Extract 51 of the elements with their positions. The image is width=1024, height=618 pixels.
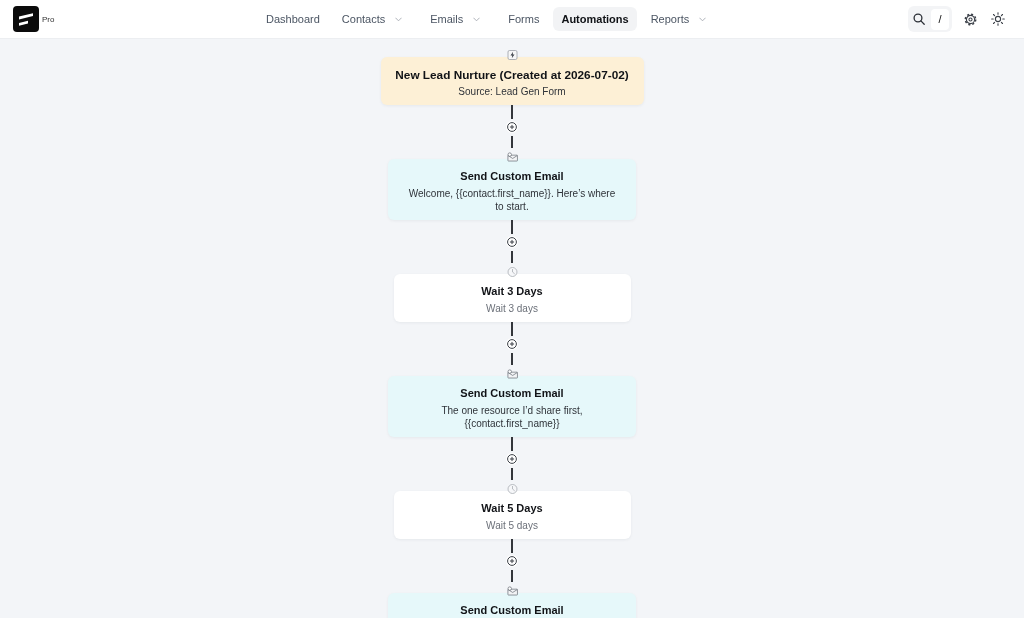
connector-line bbox=[511, 220, 513, 234]
logo-icon[interactable] bbox=[13, 6, 39, 32]
envelope-icon bbox=[506, 369, 518, 379]
clock-icon bbox=[506, 267, 518, 277]
connector-line bbox=[511, 136, 513, 148]
step-description: Welcome, {{contact.first_name}}. Here’s where to start. bbox=[407, 187, 617, 213]
connector-line bbox=[511, 539, 513, 553]
email-step-card[interactable]: Send Custom Email Welcome, {{contact.first_name}}. Here’s where to start. bbox=[388, 159, 636, 220]
step-title: New Lead Nurture (Created at 2026-07-02) bbox=[395, 67, 629, 83]
step-title: Wait 3 Days bbox=[481, 284, 543, 299]
connector-line bbox=[511, 437, 513, 451]
step-title: Send Custom Email bbox=[460, 169, 564, 184]
nav-tab[interactable]: Contacts bbox=[333, 7, 417, 31]
nav-tab[interactable]: Reports bbox=[642, 7, 721, 31]
plus-circle-icon[interactable] bbox=[506, 453, 518, 465]
connector-line bbox=[511, 468, 513, 480]
wait-step-card[interactable]: Wait 3 Days Wait 3 days bbox=[393, 274, 631, 322]
step-description: Wait 5 days bbox=[486, 519, 538, 532]
envelope-icon bbox=[506, 586, 518, 596]
search-icon bbox=[913, 13, 925, 25]
plus-circle-icon[interactable] bbox=[506, 236, 518, 248]
step-description: Source: Lead Gen Form bbox=[458, 85, 566, 98]
step-title: Wait 5 Days bbox=[481, 501, 543, 516]
sun-icon[interactable] bbox=[991, 12, 1005, 26]
connector-line bbox=[511, 570, 513, 582]
nav-tab[interactable]: Automations bbox=[553, 7, 637, 31]
wait-step-card[interactable]: Wait 5 Days Wait 5 days bbox=[393, 491, 631, 539]
connector-line bbox=[511, 353, 513, 365]
nav-tab[interactable]: Dashboard bbox=[258, 7, 328, 31]
clock-icon bbox=[506, 484, 518, 494]
nav-tab[interactable]: Forms bbox=[500, 7, 548, 31]
settings-icon[interactable] bbox=[964, 12, 977, 26]
envelope-icon bbox=[506, 152, 518, 162]
search-button[interactable]: / bbox=[908, 6, 952, 32]
step-title: Send Custom Email bbox=[460, 603, 564, 618]
connector-line bbox=[511, 251, 513, 263]
shortcut-key: / bbox=[931, 8, 949, 30]
connector-line bbox=[511, 322, 513, 336]
plus-circle-icon[interactable] bbox=[506, 338, 518, 350]
lightning-icon bbox=[506, 50, 518, 60]
plus-circle-icon[interactable] bbox=[506, 555, 518, 567]
plus-circle-icon[interactable] bbox=[506, 121, 518, 133]
email-step-card[interactable]: Send Custom Email The one resource I’d share first, {{contact.first_name}} bbox=[388, 376, 636, 437]
connector-line bbox=[511, 105, 513, 119]
plan-label: Pro bbox=[42, 14, 55, 24]
step-description: Wait 3 days bbox=[486, 302, 538, 315]
email-step-card[interactable]: Send Custom Email bbox=[388, 593, 636, 618]
step-description: The one resource I’d share first, {{contact.first_name}} bbox=[440, 404, 584, 430]
nav-tab[interactable]: Emails bbox=[422, 7, 495, 31]
trigger-card[interactable]: New Lead Nurture (Created at 2026-07-02) Source: Lead Gen Form bbox=[380, 57, 644, 105]
step-title: Send Custom Email bbox=[460, 386, 564, 401]
